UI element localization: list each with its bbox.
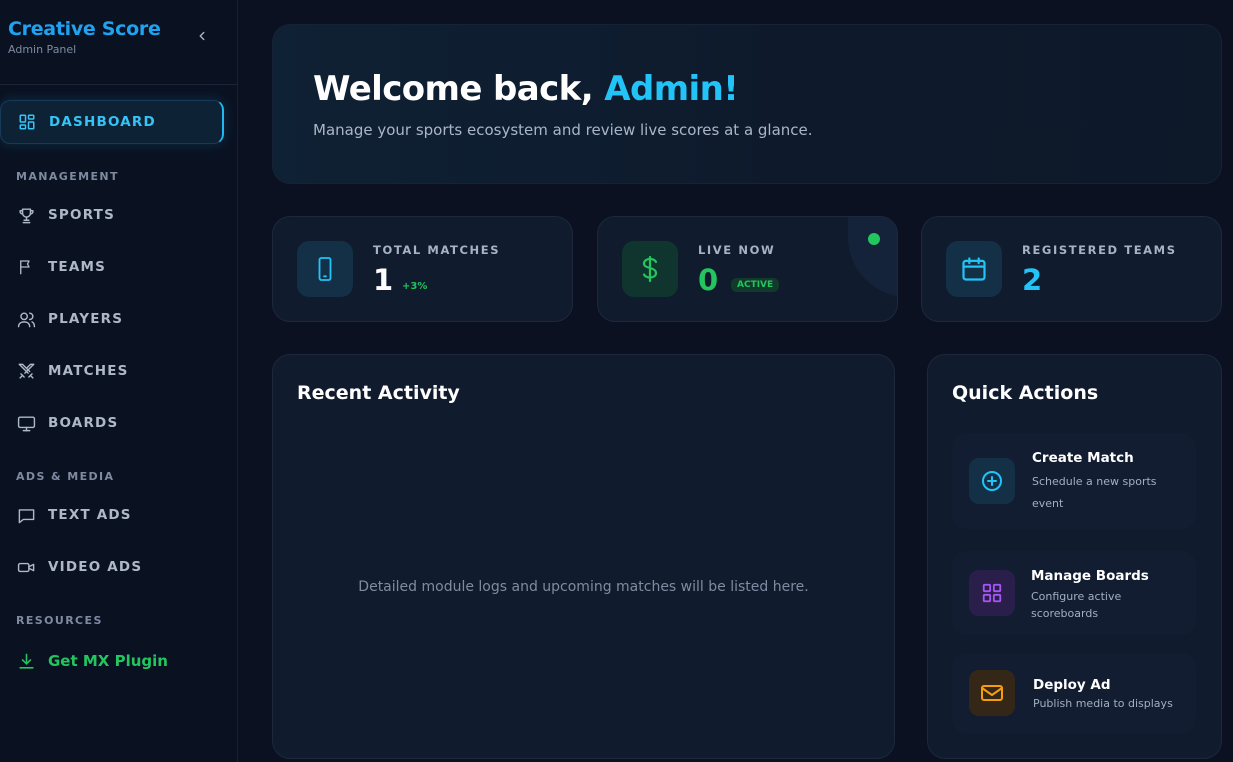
- stat-value: 0: [698, 263, 719, 297]
- plus-circle-icon: [969, 458, 1015, 504]
- action-description: Schedule a new sports event: [1032, 471, 1157, 515]
- get-plugin-link[interactable]: Get MX Plugin: [0, 639, 224, 683]
- grid-icon: [969, 570, 1015, 616]
- welcome-subtitle: Manage your sports ecosystem and review …: [313, 121, 813, 139]
- admin-name: Admin!: [604, 69, 739, 109]
- action-desc-line: Configure active: [1031, 590, 1122, 603]
- sidebar-item-players[interactable]: PLAYERS: [0, 297, 224, 341]
- sidebar-item-label: PLAYERS: [48, 311, 124, 327]
- sidebar-item-boards[interactable]: BOARDS: [0, 401, 224, 445]
- sidebar-item-label: BOARDS: [48, 415, 119, 431]
- status-badge: ACTIVE: [731, 278, 780, 292]
- quick-actions-panel: Quick Actions Create Match Schedule a ne…: [927, 354, 1222, 759]
- sidebar-item-label: TEXT ADS: [48, 507, 132, 523]
- sidebar-item-teams[interactable]: TEAMS: [0, 245, 224, 289]
- download-icon: [16, 651, 36, 671]
- trophy-icon: [16, 205, 36, 225]
- sidebar-item-label: SPORTS: [48, 207, 116, 223]
- sidebar-item-text-ads[interactable]: TEXT ADS: [0, 493, 224, 537]
- page-title: Welcome back, Admin!: [313, 69, 739, 109]
- stat-label: LIVE NOW: [698, 243, 776, 257]
- mail-icon: [969, 670, 1015, 716]
- live-indicator-dot: [868, 233, 880, 245]
- swords-icon: [16, 361, 36, 381]
- stat-value: 1: [373, 263, 394, 297]
- sidebar-item-label: MATCHES: [48, 363, 129, 379]
- action-desc-line: event: [1032, 497, 1064, 510]
- quick-actions-title: Quick Actions: [952, 382, 1099, 404]
- brand-subtitle: Admin Panel: [8, 43, 77, 56]
- get-plugin-label: Get MX Plugin: [48, 652, 168, 670]
- collapse-sidebar-button[interactable]: [192, 28, 212, 48]
- create-match-button[interactable]: Create Match Schedule a new sports event: [952, 433, 1196, 529]
- deploy-ad-button[interactable]: Deploy Ad Publish media to displays: [952, 653, 1196, 733]
- action-description: Publish media to displays: [1033, 697, 1173, 710]
- stat-value: 2: [1022, 263, 1043, 297]
- smartphone-icon: [297, 241, 353, 297]
- grid-icon: [17, 112, 37, 132]
- stat-label: REGISTERED TEAMS: [1022, 243, 1177, 257]
- video-icon: [16, 557, 36, 577]
- sidebar-item-label: DASHBOARD: [49, 114, 156, 130]
- sidebar-item-matches[interactable]: MATCHES: [0, 349, 224, 393]
- app-root: Creative Score Admin Panel DASHBOARD MAN…: [0, 0, 1233, 762]
- monitor-icon: [16, 413, 36, 433]
- empty-state-message: Detailed module logs and upcoming matche…: [358, 579, 809, 595]
- section-label-resources: RESOURCES: [16, 614, 103, 627]
- chevron-left-icon: [199, 31, 205, 41]
- flag-icon: [16, 257, 36, 277]
- calendar-icon: [946, 241, 1002, 297]
- section-label-ads-media: ADS & MEDIA: [16, 470, 115, 483]
- action-title: Create Match: [1032, 450, 1134, 466]
- live-glow: [848, 217, 897, 297]
- brand: Creative Score Admin Panel: [8, 18, 161, 56]
- action-description: Configure active scoreboards: [1031, 588, 1121, 622]
- welcome-banner: Welcome back, Admin! Manage your sports …: [272, 24, 1222, 184]
- recent-activity-title: Recent Activity: [297, 382, 460, 404]
- manage-boards-button[interactable]: Manage Boards Configure active scoreboar…: [952, 551, 1196, 635]
- sidebar-item-dashboard[interactable]: DASHBOARD: [0, 100, 224, 144]
- stat-label: TOTAL MATCHES: [373, 243, 501, 257]
- brand-title: Creative Score: [8, 18, 161, 40]
- sidebar-item-sports[interactable]: SPORTS: [0, 193, 224, 237]
- section-label-management: MANAGEMENT: [16, 170, 119, 183]
- message-icon: [16, 505, 36, 525]
- recent-activity-panel: Recent Activity Detailed module logs and…: [272, 354, 895, 759]
- sidebar: Creative Score Admin Panel DASHBOARD MAN…: [0, 0, 238, 762]
- sidebar-divider: [0, 84, 238, 85]
- stat-card-total-matches: TOTAL MATCHES 1 +3%: [272, 216, 573, 322]
- users-icon: [16, 309, 36, 329]
- sidebar-item-video-ads[interactable]: VIDEO ADS: [0, 545, 224, 589]
- action-desc-line: scoreboards: [1031, 607, 1099, 620]
- stat-card-live-now: LIVE NOW 0 ACTIVE: [597, 216, 898, 322]
- action-desc-line: Schedule a new sports: [1032, 475, 1157, 488]
- action-title: Manage Boards: [1031, 568, 1149, 584]
- sidebar-item-label: TEAMS: [48, 259, 107, 275]
- stat-card-registered-teams: REGISTERED TEAMS 2: [921, 216, 1222, 322]
- stat-change: +3%: [402, 281, 428, 292]
- welcome-text: Welcome back,: [313, 69, 605, 109]
- sidebar-item-label: VIDEO ADS: [48, 559, 143, 575]
- dollar-icon: [622, 241, 678, 297]
- action-title: Deploy Ad: [1033, 677, 1111, 693]
